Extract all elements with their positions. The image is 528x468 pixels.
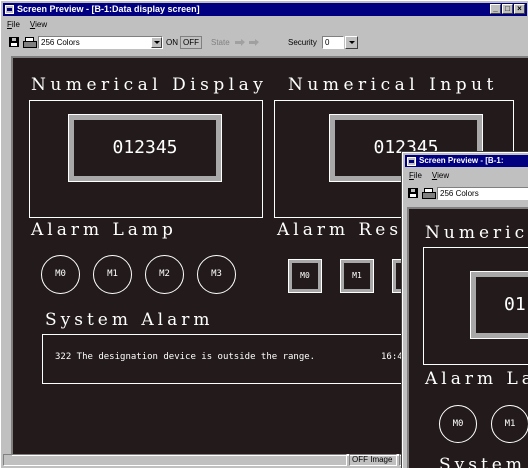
system-alarm-message: 322 The designation device is outside th…	[55, 352, 316, 362]
security-dropdown-icon[interactable]	[345, 36, 358, 49]
second-numerical-value: 01	[470, 271, 528, 339]
alarm-reset-button-m0[interactable]: M0	[288, 259, 322, 293]
minimize-button[interactable]: _	[490, 4, 501, 14]
state-next-icon[interactable]	[249, 39, 259, 46]
alarm-lamp-m2: M2	[145, 255, 184, 294]
alarm-reset-button-m1[interactable]: M1	[340, 259, 374, 293]
toolbar: 256 Colors ON OFF State Security 0	[3, 33, 527, 51]
app-icon	[5, 5, 14, 14]
menu-view[interactable]: View	[30, 18, 47, 31]
second-system-title: System	[439, 455, 526, 468]
status-cell-left	[3, 454, 347, 466]
second-save-icon[interactable]	[408, 188, 418, 198]
alarm-lamp-m0: M0	[41, 255, 80, 294]
second-numerical-title: Numerica	[425, 223, 528, 243]
second-app-icon	[407, 157, 416, 166]
state-label: State	[211, 38, 230, 47]
print-icon[interactable]	[23, 37, 37, 48]
status-image: OFF Image	[349, 454, 397, 466]
window-title: Screen Preview - [B-1:Data display scree…	[17, 4, 200, 14]
second-color-mode-select[interactable]: 256 Colors	[437, 187, 528, 200]
on-button[interactable]: ON	[166, 36, 178, 49]
maximize-button[interactable]: □	[502, 4, 513, 14]
second-toolbar: 256 Colors	[405, 184, 528, 202]
main-title-bar[interactable]: Screen Preview - [B-1:Data display scree…	[3, 3, 527, 16]
second-alarm-lamp-m1: M1	[491, 405, 528, 443]
second-menu-file[interactable]: File	[409, 169, 422, 182]
alarm-lamp-m1: M1	[93, 255, 132, 294]
second-preview-window: Screen Preview - [B-1: File View 256 Col…	[401, 151, 528, 468]
second-alarm-title: Alarm La	[425, 369, 528, 389]
system-alarm-time: 16:4	[381, 352, 403, 362]
off-button[interactable]: OFF	[180, 36, 202, 49]
numerical-display-value: 012345	[68, 114, 222, 182]
numerical-input-title: Numerical Input	[288, 75, 498, 95]
alarm-lamp-m3: M3	[197, 255, 236, 294]
second-alarm-lamp-m0: M0	[439, 405, 477, 443]
menu-bar: File View	[3, 18, 527, 31]
second-title-bar[interactable]: Screen Preview - [B-1:	[405, 155, 528, 167]
second-preview-screen: Numerica 01 Alarm La M0 M1 System	[407, 207, 528, 468]
second-color-mode-value: 256 Colors	[440, 189, 479, 198]
security-label: Security	[288, 38, 317, 47]
state-prev-icon[interactable]	[235, 39, 245, 46]
second-window-title: Screen Preview - [B-1:	[419, 156, 504, 165]
save-icon[interactable]	[9, 37, 19, 47]
security-input[interactable]: 0	[322, 36, 344, 49]
second-menu-view[interactable]: View	[432, 169, 449, 182]
second-print-icon[interactable]	[422, 188, 436, 199]
close-button[interactable]: ×	[514, 4, 525, 14]
alarm-lamp-title: Alarm Lamp	[31, 220, 177, 240]
second-menu-bar: File View	[405, 169, 528, 182]
menu-file[interactable]: File	[7, 18, 20, 31]
color-mode-value: 256 Colors	[41, 38, 80, 47]
numerical-display-title: Numerical Display	[31, 75, 268, 95]
system-alarm-title: System Alarm	[45, 310, 214, 330]
color-mode-select[interactable]: 256 Colors	[38, 36, 163, 49]
window-controls: _ □ ×	[490, 4, 525, 14]
chevron-down-icon[interactable]	[151, 37, 162, 48]
